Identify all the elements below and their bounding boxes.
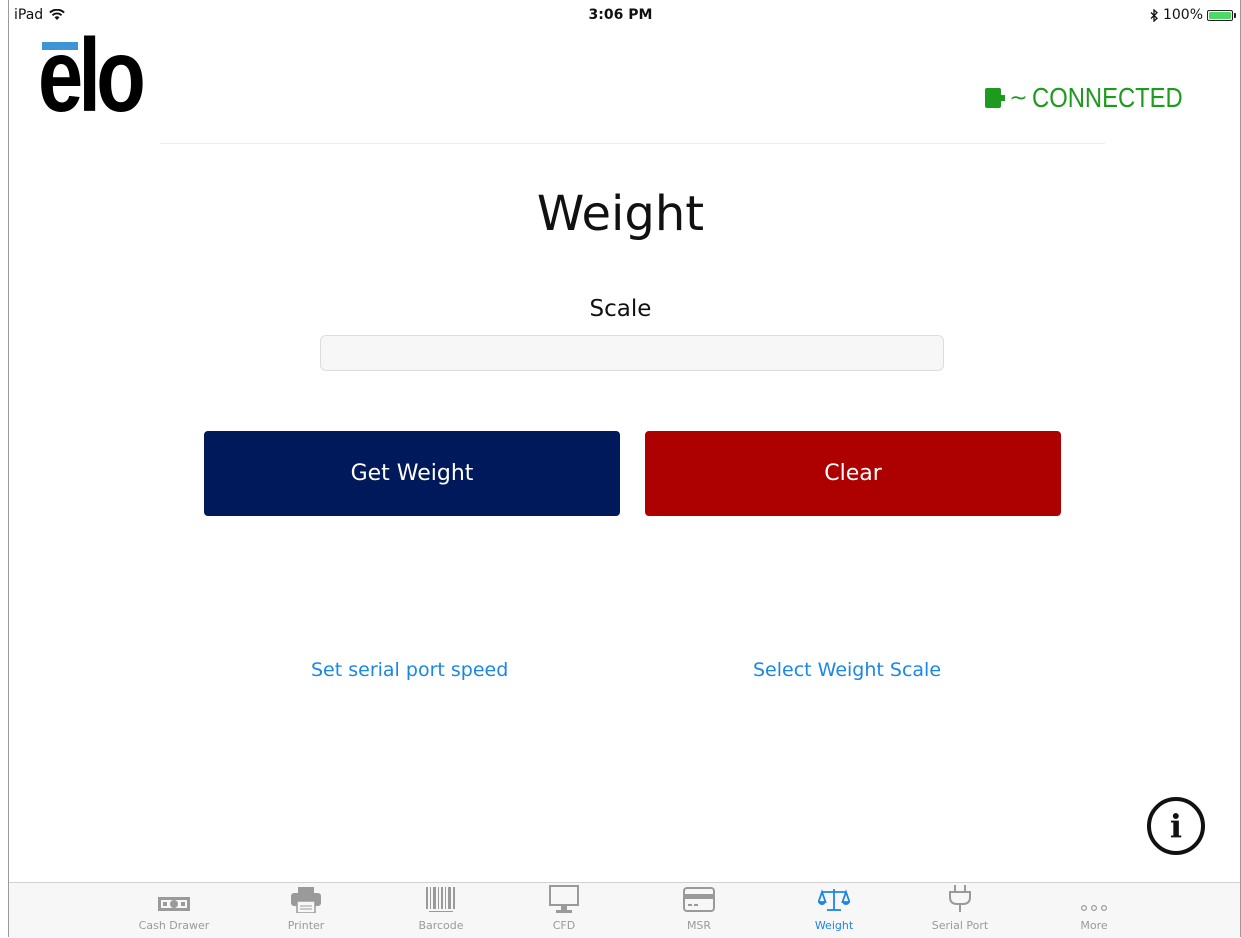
tab-cash-drawer[interactable]: Cash Drawer xyxy=(124,883,224,938)
status-time: 3:06 PM xyxy=(588,7,653,23)
more-icon xyxy=(1044,883,1144,913)
cash-drawer-icon xyxy=(124,883,224,913)
logo-accent-bar xyxy=(42,42,78,50)
set-serial-port-speed-link[interactable]: Set serial port speed xyxy=(311,659,508,681)
barcode-icon xyxy=(391,883,491,913)
page-title: Weight xyxy=(536,186,705,242)
elo-logo: elo xyxy=(38,24,150,130)
tab-label: Printer xyxy=(287,919,325,932)
scale-value-field[interactable] xyxy=(320,335,944,371)
tab-label: CFD xyxy=(552,919,576,932)
plug-icon xyxy=(910,883,1010,913)
info-icon[interactable]: i xyxy=(1147,797,1205,855)
battery-icon xyxy=(1207,9,1236,21)
status-bar: iPad 3:06 PM 100% xyxy=(0,0,1241,30)
tab-label: More xyxy=(1080,919,1108,932)
tab-label: MSR xyxy=(686,919,712,932)
printer-icon xyxy=(256,883,356,913)
tab-printer[interactable]: Printer xyxy=(256,883,356,938)
tab-weight[interactable]: Weight xyxy=(784,883,884,938)
tab-msr[interactable]: MSR xyxy=(649,883,749,938)
tab-label: Serial Port xyxy=(931,919,989,932)
tab-label: Cash Drawer xyxy=(138,919,210,932)
card-icon xyxy=(649,883,749,913)
monitor-icon xyxy=(514,883,614,913)
window-frame-left xyxy=(8,0,9,937)
tab-serial-port[interactable]: Serial Port xyxy=(910,883,1010,938)
tab-label: Weight xyxy=(814,919,854,932)
connection-wave-icon: ~ xyxy=(1009,85,1028,111)
select-weight-scale-link[interactable]: Select Weight Scale xyxy=(753,659,941,681)
tab-label: Barcode xyxy=(418,919,464,932)
logo-text: elo xyxy=(38,18,146,134)
battery-percent: 100% xyxy=(1162,7,1203,23)
bluetooth-icon xyxy=(1150,8,1158,22)
tab-cfd[interactable]: CFD xyxy=(514,883,614,938)
get-weight-button[interactable]: Get Weight xyxy=(204,431,620,516)
scale-label: Scale xyxy=(589,296,652,322)
scale-icon xyxy=(784,883,884,913)
tab-more[interactable]: More xyxy=(1044,883,1144,938)
connection-status: ~ CONNECTED xyxy=(985,82,1209,114)
clear-button[interactable]: Clear xyxy=(645,431,1061,516)
connection-plug-icon xyxy=(985,88,1006,108)
connection-status-label: CONNECTED xyxy=(1031,82,1183,113)
tab-bar: Cash Drawer Printer Barcode CFD MSR Weig… xyxy=(9,882,1240,938)
header-divider xyxy=(160,143,1105,144)
status-right: 100% xyxy=(1150,7,1236,23)
tab-barcode[interactable]: Barcode xyxy=(391,883,491,938)
